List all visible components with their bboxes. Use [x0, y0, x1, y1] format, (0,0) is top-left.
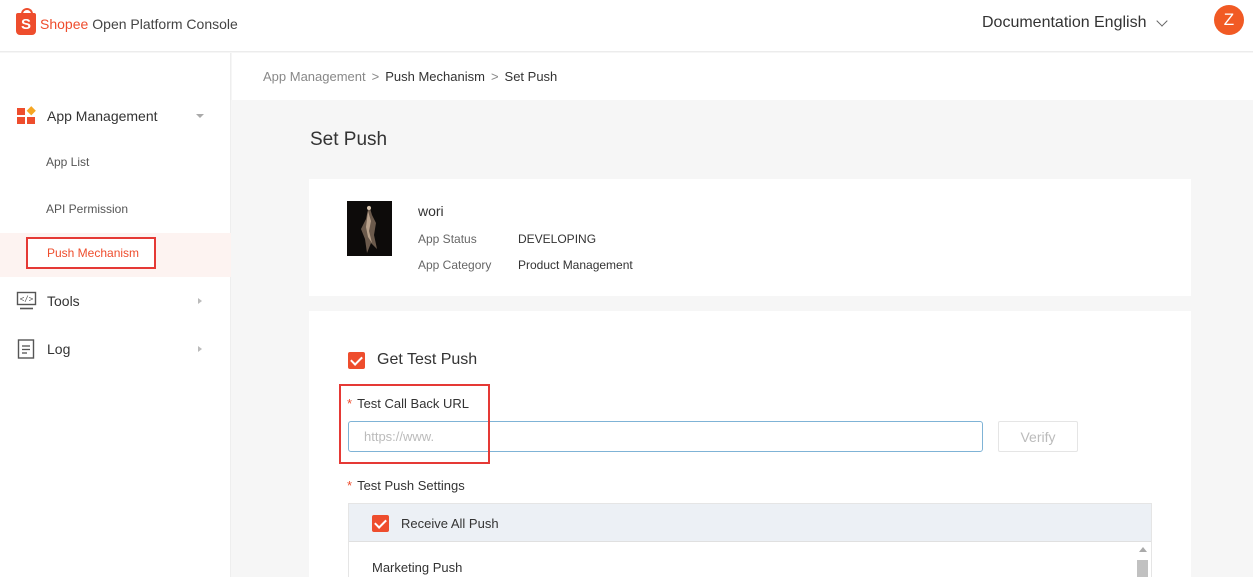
marketing-push-group: Marketing Push — [372, 560, 463, 575]
receive-all-push-row: Receive All Push — [349, 504, 1151, 542]
breadcrumb-push-mechanism[interactable]: Push Mechanism — [385, 69, 485, 84]
get-test-push-label: Get Test Push — [377, 351, 478, 368]
breadcrumb-separator: > — [371, 69, 380, 84]
list-scrollbar[interactable] — [1134, 544, 1151, 577]
sidebar-item-app-management[interactable]: App Management — [0, 101, 231, 131]
scroll-thumb[interactable] — [1137, 560, 1148, 577]
brand-name: Shopee — [40, 16, 89, 32]
language-label: English — [1094, 14, 1147, 31]
top-header: S Shopee Open Platform Console Documenta… — [0, 0, 1253, 52]
app-status-value: DEVELOPING — [518, 232, 597, 246]
language-selector[interactable]: English — [1094, 14, 1169, 32]
app-info-card: wori App Status DEVELOPING App Category … — [309, 179, 1191, 296]
user-avatar[interactable]: Z — [1214, 5, 1244, 35]
caret-right-icon — [198, 298, 202, 304]
svg-text:</>: </> — [20, 295, 34, 304]
code-monitor-icon: </> — [16, 291, 37, 310]
sidebar-subitem-push-mechanism[interactable]: Push Mechanism — [26, 237, 156, 269]
push-settings-label: * Test Push Settings — [347, 478, 465, 493]
page-title: Set Push — [310, 129, 388, 150]
chevron-down-icon — [1156, 14, 1169, 27]
breadcrumb-app-management[interactable]: App Management — [263, 69, 366, 84]
caret-down-icon — [196, 114, 204, 118]
required-asterisk: * — [347, 478, 353, 493]
document-icon — [17, 339, 35, 359]
sidebar-item-label: App Management — [47, 108, 158, 124]
verify-button[interactable]: Verify — [998, 421, 1078, 452]
sidebar-subitem-app-list[interactable]: App List — [46, 155, 89, 169]
sidebar-item-label: Log — [47, 341, 71, 357]
caret-right-icon — [198, 346, 202, 352]
sidebar-item-tools[interactable]: </> Tools — [0, 286, 231, 316]
shopee-logo[interactable]: S Shopee Open Platform Console — [16, 8, 238, 35]
breadcrumb-separator: > — [490, 69, 499, 84]
sidebar-item-label: Tools — [47, 293, 80, 309]
scroll-up-arrow-icon[interactable] — [1139, 547, 1147, 552]
breadcrumb-set-push: Set Push — [504, 69, 558, 84]
shopee-bag-icon: S — [16, 8, 36, 35]
documentation-link[interactable]: Documentation — [982, 14, 1090, 32]
receive-all-push-label: Receive All Push — [401, 516, 499, 531]
console-title: Open Platform Console — [92, 16, 238, 32]
app-name: wori — [418, 203, 444, 219]
get-test-push-checkbox[interactable] — [348, 352, 365, 369]
push-settings-card: Get Test Push *Test Call Back URL Verify… — [309, 311, 1191, 577]
app-category-label: App Category — [418, 258, 492, 272]
receive-all-push-checkbox[interactable] — [372, 515, 389, 532]
push-settings-list: Receive All Push Marketing Push — [348, 503, 1152, 577]
app-grid-icon — [17, 106, 36, 124]
sidebar-subitem-api-permission[interactable]: API Permission — [46, 202, 128, 216]
app-status-label: App Status — [418, 232, 477, 246]
push-settings-label-text: Test Push Settings — [357, 478, 465, 493]
app-thumbnail — [347, 201, 392, 256]
breadcrumb: App Management > Push Mechanism > Set Push — [232, 53, 1253, 100]
app-category-value: Product Management — [518, 258, 633, 272]
sidebar: App Management App List API Permission P… — [0, 53, 231, 577]
callback-url-highlight-box — [339, 384, 490, 464]
sidebar-item-log[interactable]: Log — [0, 334, 231, 364]
